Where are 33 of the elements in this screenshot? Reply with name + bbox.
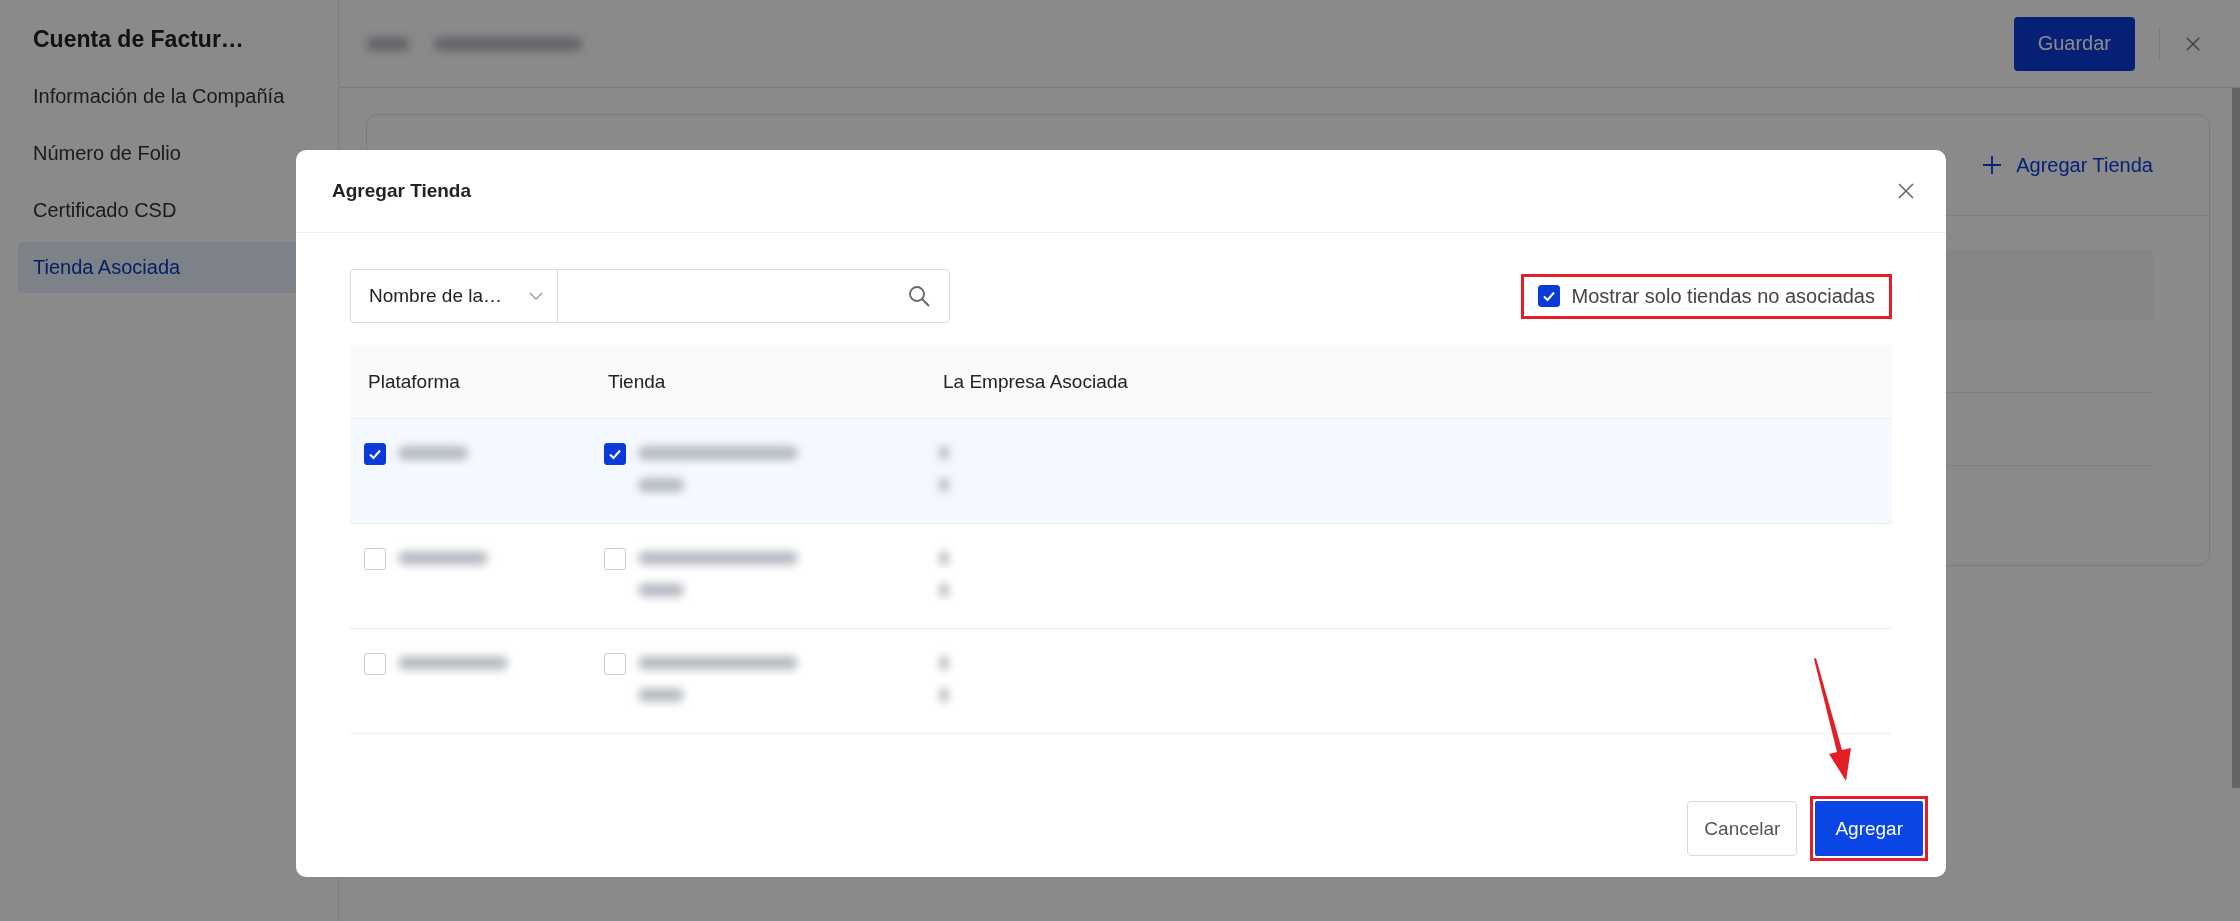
save-button[interactable]: Guardar [2013, 16, 2135, 71]
checkbox[interactable] [364, 443, 386, 465]
close-icon[interactable] [1896, 181, 1916, 201]
plus-icon [1982, 155, 2003, 175]
blurred-text [638, 478, 684, 492]
checkbox[interactable] [1537, 285, 1560, 307]
checkbox[interactable] [604, 443, 626, 465]
search-icon[interactable] [907, 284, 931, 308]
add-button[interactable]: Agregar [1815, 801, 1923, 856]
close-icon[interactable] [2184, 34, 2202, 53]
column-header: La Empresa Asociada [942, 370, 1129, 393]
blurred-text [638, 583, 684, 597]
sidebar-item[interactable]: Información de la Compañía [18, 71, 320, 122]
blurred-text [939, 551, 949, 565]
blurred-text [939, 688, 949, 702]
filter-dropdown[interactable]: Nombre de la… [351, 270, 558, 322]
blurred-text [398, 446, 468, 460]
blurred-text [366, 36, 410, 51]
blurred-text [939, 583, 949, 597]
blurred-text [939, 446, 949, 460]
cancel-button[interactable]: Cancelar [1687, 801, 1798, 856]
add-store-label[interactable]: Agregar Tienda [2016, 153, 2153, 177]
scrollbar[interactable] [2232, 88, 2240, 788]
column-header: Plataforma [367, 370, 461, 393]
blurred-text [939, 478, 949, 492]
blurred-text [638, 688, 684, 702]
add-store-link[interactable]: Agregar Tienda [1982, 153, 2153, 177]
column-header: Tienda [607, 370, 667, 393]
blurred-text [939, 656, 949, 670]
search-field[interactable]: Nombre de la… [350, 269, 950, 323]
sidebar-title: Cuenta de Factur… [32, 26, 245, 54]
checkbox-label[interactable]: Mostrar solo tiendas no asociadas [1571, 284, 1875, 308]
dialog-title: Agregar Tienda [332, 180, 472, 202]
